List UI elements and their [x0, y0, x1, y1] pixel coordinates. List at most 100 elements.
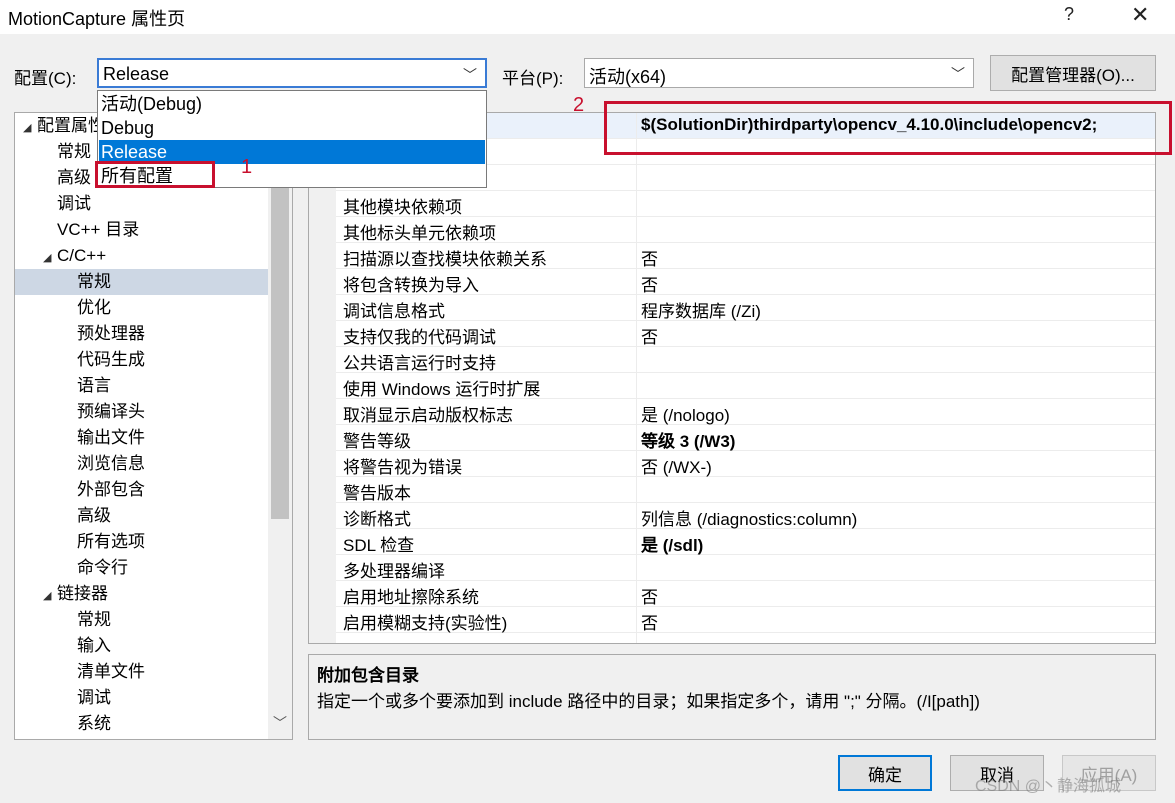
tree-item[interactable]: 命令行	[15, 555, 270, 581]
help-button[interactable]: ?	[1064, 4, 1074, 25]
tree-scrollbar[interactable]: ﹀	[268, 113, 292, 739]
property-grid[interactable]: $(SolutionDir)thirdparty\opencv_4.10.0\i…	[308, 112, 1156, 644]
expand-triangle-icon[interactable]: ◢	[43, 583, 57, 609]
expand-triangle-icon[interactable]: ◢	[43, 245, 57, 271]
property-value[interactable]: 否 (/WX-)	[641, 453, 712, 478]
property-row[interactable]: 启用地址擦除系统 否	[336, 581, 1155, 608]
tree-item[interactable]: 输入	[15, 633, 270, 659]
tree-item[interactable]: 预编译头	[15, 399, 270, 425]
tree-item-label: 输入	[77, 636, 111, 655]
property-row[interactable]: 扫描源以查找模块依赖关系 否	[336, 243, 1155, 270]
property-tree[interactable]: ◢ 配置属性 常规 高级 调试 VC++ 目录 ◢ C/C++ 常规 优化 预处理器 代码生成 语言 预编…	[14, 112, 293, 740]
config-combobox[interactable]: Release ﹀	[97, 58, 487, 88]
annotation-box-2	[604, 101, 1172, 155]
property-value[interactable]: 否	[641, 583, 658, 608]
tree-item[interactable]: 所有选项	[15, 529, 270, 555]
tree-item[interactable]: 调试	[15, 191, 270, 217]
property-row[interactable]: 使用 Windows 运行时扩展	[336, 373, 1155, 399]
tree-item[interactable]: 输出文件	[15, 425, 270, 451]
tree-item-label: 优化	[77, 298, 111, 317]
property-value[interactable]: 否	[641, 245, 658, 270]
property-row[interactable]: 将警告视为错误 否 (/WX-)	[336, 451, 1155, 478]
annotation-number-2: 2	[573, 94, 585, 116]
grid-gutter	[309, 113, 336, 643]
tree-item[interactable]: 常规	[15, 607, 270, 633]
property-row[interactable]: 诊断格式 列信息 (/diagnostics:column)	[336, 503, 1155, 530]
property-value[interactable]: 否	[641, 609, 658, 634]
property-value[interactable]: 等级 3 (/W3)	[641, 427, 735, 452]
property-row[interactable]: 将包含转换为导入 否	[336, 269, 1155, 296]
tree-item[interactable]: 预处理器	[15, 321, 270, 347]
property-name: 取消显示启动版权标志	[343, 406, 513, 425]
tree-item[interactable]: ◢ C/C++	[15, 243, 270, 269]
grid-column-separator	[636, 113, 637, 643]
platform-combobox[interactable]: 活动(x64) ﹀	[584, 58, 974, 88]
ok-button[interactable]: 确定	[838, 755, 932, 791]
tree-item[interactable]: 代码生成	[15, 347, 270, 373]
property-value[interactable]: 是 (/sdl)	[641, 531, 703, 556]
expand-triangle-icon[interactable]: ◢	[23, 115, 37, 141]
property-row[interactable]: SDL 检查 是 (/sdl)	[336, 529, 1155, 556]
config-label: 配置(C):	[14, 69, 77, 88]
property-row[interactable]: 调试信息格式 程序数据库 (/Zi)	[336, 295, 1155, 322]
property-row[interactable]: 支持仅我的代码调试 否	[336, 321, 1155, 348]
tree-item-label: C/C++	[57, 246, 107, 265]
annotation-box-1	[95, 161, 215, 188]
property-name: 将包含转换为导入	[343, 276, 479, 295]
property-value[interactable]: 否	[641, 271, 658, 296]
description-title: 附加包含目录	[317, 666, 419, 685]
tree-item[interactable]: 外部包含	[15, 477, 270, 503]
property-row[interactable]: 其他模块依赖项	[336, 191, 1155, 217]
property-name: 将警告视为错误	[343, 458, 462, 477]
property-name: 调试信息格式	[343, 302, 445, 321]
property-value[interactable]: 列信息 (/diagnostics:column)	[641, 505, 857, 530]
property-value[interactable]: 是 (/nologo)	[641, 401, 730, 426]
property-row[interactable]: 启用模糊支持(实验性) 否	[336, 607, 1155, 634]
chevron-down-icon: ﹀	[951, 66, 965, 82]
tree-item-label: 代码生成	[77, 350, 145, 369]
tree-item[interactable]: ◢ 链接器	[15, 581, 270, 607]
tree-item-label: 常规	[57, 142, 91, 161]
window-title: MotionCapture 属性页	[8, 9, 186, 29]
tree-item[interactable]: 调试	[15, 685, 270, 711]
description-body: 指定一个或多个要添加到 include 路径中的目录；如果指定多个，请用 ";"…	[317, 692, 980, 711]
tree-item-label: 高级	[57, 168, 91, 187]
tree-item-label: 常规	[77, 272, 111, 291]
watermark: CSDN @丶静海孤城	[975, 778, 1122, 795]
config-value: Release	[103, 64, 170, 84]
scroll-down-icon[interactable]: ﹀	[273, 713, 287, 733]
tree-item[interactable]: 常规	[15, 269, 270, 295]
tree-item-label: 预处理器	[77, 324, 145, 343]
tree-item[interactable]: 优化	[15, 295, 270, 321]
property-name: 其他模块依赖项	[343, 198, 462, 217]
property-name: 多处理器编译	[343, 562, 445, 581]
property-row[interactable]: 多处理器编译	[336, 555, 1155, 581]
property-value[interactable]: 否	[641, 323, 658, 348]
tree-item[interactable]: 高级	[15, 503, 270, 529]
tree-item[interactable]: 语言	[15, 373, 270, 399]
dropdown-option-debug[interactable]: Debug	[99, 116, 485, 140]
property-row[interactable]: 警告版本	[336, 477, 1155, 503]
property-row[interactable]: 取消显示启动版权标志 是 (/nologo)	[336, 399, 1155, 426]
tree-item-label: 外部包含	[77, 480, 145, 499]
tree-item[interactable]: 清单文件	[15, 659, 270, 685]
platform-value: 活动(x64)	[589, 67, 667, 87]
property-row[interactable]: 警告等级 等级 3 (/W3)	[336, 425, 1155, 452]
close-button[interactable]: ✕	[1131, 2, 1149, 28]
tree-item-label: 调试	[77, 688, 111, 707]
tree-item-label: 所有选项	[77, 532, 145, 551]
config-manager-button[interactable]: 配置管理器(O)...	[990, 55, 1156, 91]
tree-item[interactable]: VC++ 目录	[15, 217, 270, 243]
property-row[interactable]: 公共语言运行时支持	[336, 347, 1155, 373]
tree-item[interactable]: 系统	[15, 711, 270, 737]
property-name: 支持仅我的代码调试	[343, 328, 496, 347]
property-name: 启用地址擦除系统	[343, 588, 479, 607]
tree-item-label: 命令行	[77, 558, 128, 577]
description-panel: 附加包含目录 指定一个或多个要添加到 include 路径中的目录；如果指定多个…	[308, 654, 1156, 740]
property-row[interactable]: 其他标头单元依赖项	[336, 217, 1155, 243]
dropdown-option-active-debug[interactable]: 活动(Debug)	[99, 92, 485, 116]
tree-scroll-thumb[interactable]	[271, 143, 289, 519]
tree-item[interactable]: 浏览信息	[15, 451, 270, 477]
property-name: 其他标头单元依赖项	[343, 224, 496, 243]
property-value[interactable]: 程序数据库 (/Zi)	[641, 297, 761, 322]
